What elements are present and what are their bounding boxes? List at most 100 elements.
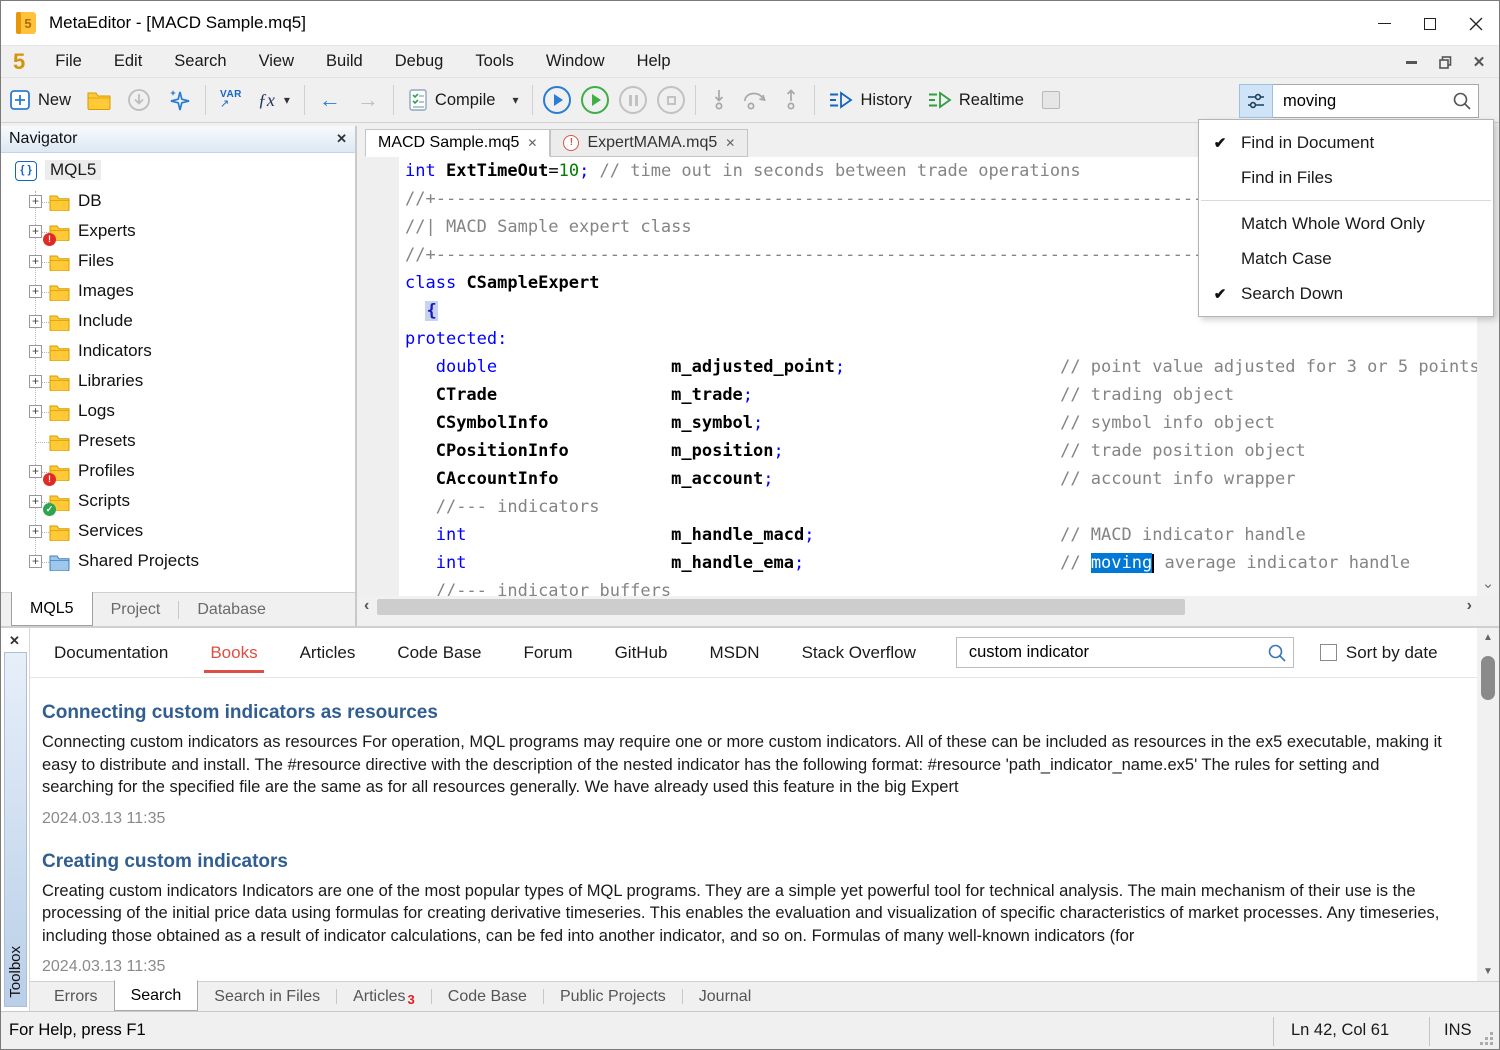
watch-variable-button[interactable]: VAR↗ — [212, 82, 250, 118]
toolbox-tab-github[interactable]: GitHub — [613, 633, 670, 673]
scroll-up-icon[interactable]: ▲ — [1477, 632, 1499, 643]
tree-item-profiles[interactable]: +!Profiles — [1, 457, 355, 487]
tree-item-presets[interactable]: Presets — [1, 427, 355, 457]
tree-item-db[interactable]: +DB — [1, 187, 355, 217]
toolbox-tab-msdn[interactable]: MSDN — [708, 633, 762, 673]
toolbox-tab-articles[interactable]: Articles — [298, 633, 358, 673]
toolbox-close-icon[interactable]: ✕ — [9, 633, 20, 649]
insert-function-button[interactable]: ƒx ▾ — [250, 82, 298, 118]
history-button[interactable]: History — [821, 82, 919, 118]
toolbox-tab-stack-overflow[interactable]: Stack Overflow — [800, 633, 918, 673]
menu-help[interactable]: Help — [621, 52, 687, 71]
scroll-right-icon[interactable]: › — [1467, 597, 1472, 615]
navigator-tab-project[interactable]: Project — [93, 593, 179, 626]
bottom-tab-search[interactable]: Search — [114, 980, 199, 1011]
result-title[interactable]: Creating custom indicators — [42, 851, 1447, 873]
bottom-tab-articles[interactable]: Articles3 — [337, 982, 431, 1011]
code-line[interactable]: 42 int m_handle_ema; // moving average i… — [359, 549, 1477, 577]
expand-icon[interactable]: + — [29, 345, 42, 358]
toolbox-side-strip[interactable]: Toolbox — [4, 652, 27, 1007]
compile-button[interactable]: Compile ▾ — [400, 82, 527, 118]
navigate-forward-button[interactable]: → — [349, 82, 387, 118]
code-line[interactable]: 38 CPositionInfo m_position; // trade po… — [359, 437, 1477, 465]
bottom-tab-public-projects[interactable]: Public Projects — [544, 982, 682, 1011]
maximize-button[interactable] — [1407, 1, 1453, 46]
expand-icon[interactable]: + — [29, 465, 42, 478]
editor-tab-macd-sample-mq5[interactable]: MACD Sample.mq5✕ — [365, 129, 550, 157]
toolbox-tab-documentation[interactable]: Documentation — [52, 633, 170, 673]
tree-item-files[interactable]: +Files — [1, 247, 355, 277]
toolbox-search-input[interactable] — [967, 642, 1267, 663]
bottom-tab-code-base[interactable]: Code Base — [432, 982, 543, 1011]
open-button[interactable] — [79, 82, 119, 118]
tree-item-indicators[interactable]: +Indicators — [1, 337, 355, 367]
code-line[interactable]: 43 //--- indicator buffers — [359, 577, 1477, 596]
step-out-button[interactable] — [782, 89, 800, 111]
bottom-tab-errors[interactable]: Errors — [38, 982, 114, 1011]
tab-close-icon[interactable]: ✕ — [725, 136, 735, 150]
ai-assistant-button[interactable] — [159, 82, 199, 118]
expand-icon[interactable]: + — [29, 315, 42, 328]
expand-icon[interactable]: + — [29, 495, 42, 508]
download-button[interactable] — [119, 82, 159, 118]
menu-item-search-down[interactable]: ✔Search Down — [1199, 276, 1493, 311]
tree-item-scripts[interactable]: +✓Scripts — [1, 487, 355, 517]
scrollbar-thumb[interactable] — [377, 599, 1185, 615]
navigator-tab-mql5[interactable]: MQL5 — [11, 592, 93, 626]
menu-item-find-in-files[interactable]: Find in Files — [1199, 160, 1493, 195]
scrollbar-thumb[interactable] — [1481, 656, 1495, 700]
menu-tools[interactable]: Tools — [459, 52, 530, 71]
editor-tab-expertmama-mq5[interactable]: !ExpertMAMA.mq5✕ — [550, 129, 748, 157]
code-line[interactable]: 34protected: — [359, 325, 1477, 353]
toolbox-scrollbar[interactable]: ▲ ▼ — [1477, 628, 1499, 981]
menu-item-find-in-document[interactable]: ✔Find in Document — [1199, 125, 1493, 160]
code-line[interactable]: 40 //--- indicators — [359, 493, 1477, 521]
code-line[interactable]: 35 double m_adjusted_point; // point val… — [359, 353, 1477, 381]
toolbox-tab-forum[interactable]: Forum — [521, 633, 574, 673]
expand-icon[interactable]: + — [29, 555, 42, 568]
tree-item-shared-projects[interactable]: +Shared Projects — [1, 547, 355, 577]
search-options-button[interactable] — [1239, 84, 1273, 118]
search-icon[interactable] — [1452, 91, 1472, 111]
layout-toggle-button[interactable] — [1042, 91, 1060, 109]
minimize-button[interactable] — [1361, 1, 1407, 46]
expand-icon[interactable]: + — [29, 255, 42, 268]
menu-debug[interactable]: Debug — [379, 52, 460, 71]
step-into-button[interactable] — [710, 89, 728, 111]
toolbox-tab-books[interactable]: Books — [208, 633, 259, 673]
code-line[interactable]: 41 int m_handle_macd; // MACD indicator … — [359, 521, 1477, 549]
menu-window[interactable]: Window — [530, 52, 621, 71]
tree-item-mql5[interactable]: { } MQL5 — [1, 157, 355, 187]
result-title[interactable]: Connecting custom indicators as resource… — [42, 702, 1447, 724]
scroll-left-icon[interactable]: ‹ — [364, 597, 369, 615]
tree-item-images[interactable]: +Images — [1, 277, 355, 307]
navigator-tab-database[interactable]: Database — [179, 593, 284, 626]
code-line[interactable]: 39 CAccountInfo m_account; // account in… — [359, 465, 1477, 493]
document-restore-button[interactable] — [1431, 50, 1459, 74]
toolbox-tab-code-base[interactable]: Code Base — [395, 633, 483, 673]
pause-debug-button[interactable] — [619, 86, 647, 114]
start-debug-button[interactable] — [581, 86, 609, 114]
close-button[interactable] — [1453, 1, 1499, 46]
fx-dropdown-icon[interactable]: ▾ — [284, 93, 290, 107]
navigate-back-button[interactable]: ← — [311, 82, 349, 118]
stop-debug-button[interactable] — [657, 86, 685, 114]
editor-horizontal-scrollbar[interactable]: ‹ › — [359, 596, 1477, 618]
bottom-tab-search-in-files[interactable]: Search in Files — [198, 982, 336, 1011]
scroll-down-icon[interactable]: ▼ — [1477, 966, 1499, 977]
compile-dropdown-icon[interactable]: ▾ — [512, 93, 518, 107]
menu-item-match-whole-word-only[interactable]: Match Whole Word Only — [1199, 206, 1493, 241]
tree-item-experts[interactable]: +!Experts — [1, 217, 355, 247]
document-close-button[interactable]: ✕ — [1465, 50, 1493, 74]
scroll-down-icon[interactable]: ⌄ — [1477, 574, 1499, 592]
resize-grip[interactable] — [1490, 1032, 1493, 1035]
toolbar-search-input[interactable] — [1281, 91, 1452, 112]
bottom-tab-journal[interactable]: Journal — [683, 982, 767, 1011]
menu-item-match-case[interactable]: Match Case — [1199, 241, 1493, 276]
expand-icon[interactable]: + — [29, 225, 42, 238]
restart-debug-button[interactable] — [543, 86, 571, 114]
step-over-button[interactable] — [742, 89, 768, 111]
expand-icon[interactable]: + — [29, 375, 42, 388]
tab-close-icon[interactable]: ✕ — [527, 136, 537, 150]
menu-build[interactable]: Build — [310, 52, 379, 71]
